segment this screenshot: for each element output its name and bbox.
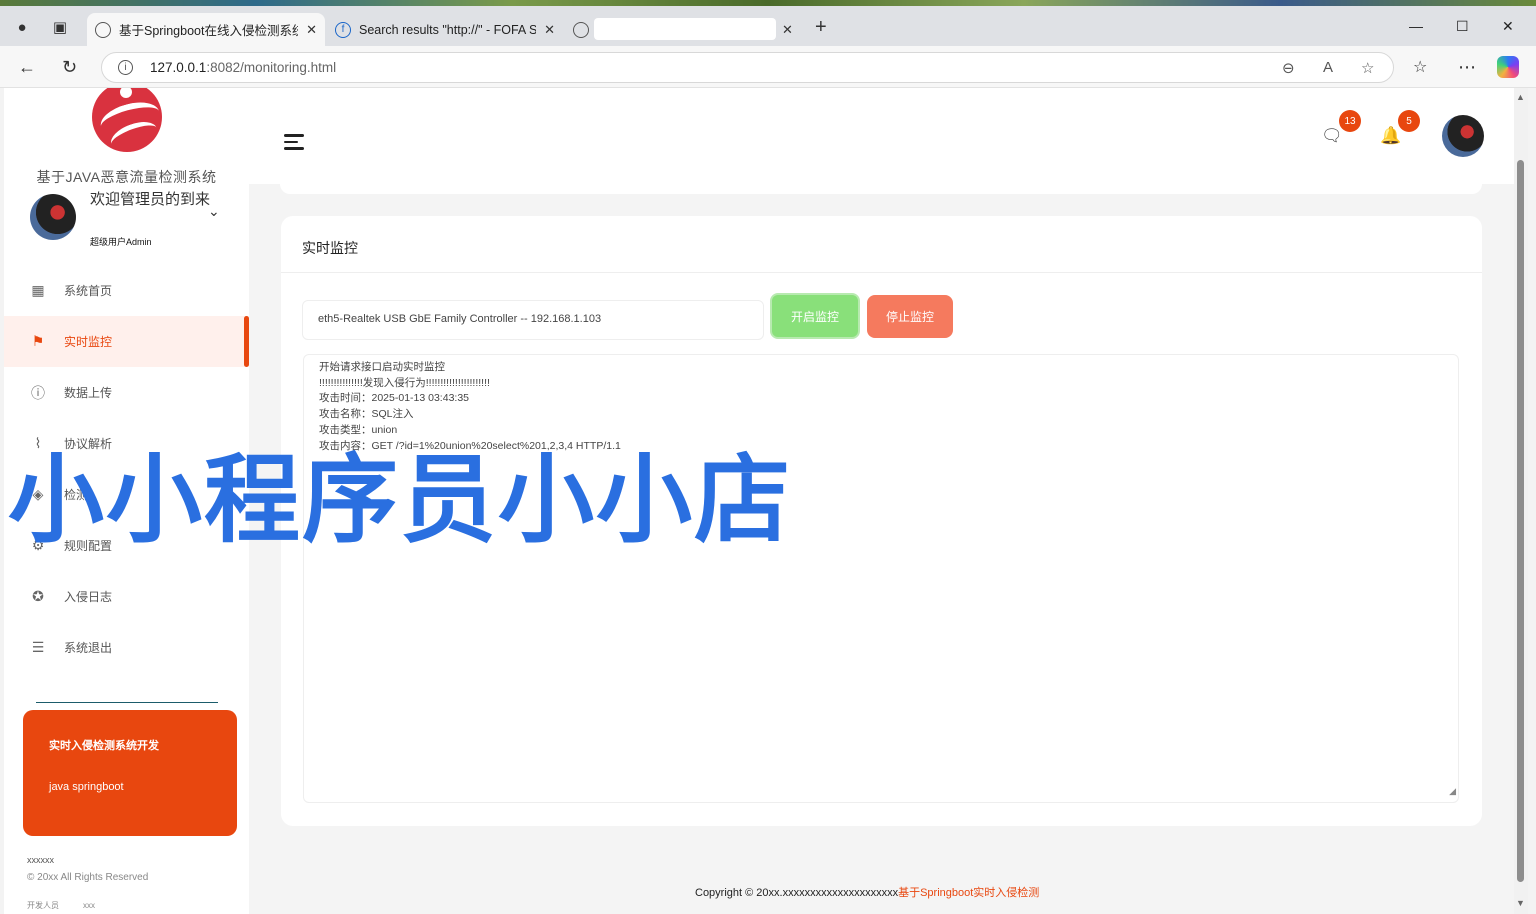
tab-rename-input[interactable] <box>594 18 776 40</box>
favorites-icon[interactable]: ☆ <box>1413 57 1427 77</box>
sidebar-footer-name: xxxxxx <box>27 855 54 865</box>
message-count-badge: 13 <box>1339 110 1361 132</box>
stop-monitor-button[interactable]: 停止监控 <box>867 295 953 338</box>
close-icon[interactable]: ✕ <box>544 22 555 38</box>
tab-fofa[interactable]: f Search results "http://" - FOFA Sea ✕ <box>327 13 563 46</box>
sidebar-item-logout[interactable]: ☰ 系统退出 <box>4 622 249 673</box>
watermark-text: 小小程序员小小店 <box>8 444 792 556</box>
log-line: 攻击类型：union <box>319 423 398 436</box>
avatar[interactable] <box>1442 115 1484 157</box>
log-line: 开始请求接口启动实时监控 <box>319 361 445 373</box>
sidebar-item-label: 数据上传 <box>64 386 113 400</box>
dashboard-icon: ▦ <box>31 282 45 298</box>
zoom-out-icon[interactable]: ⊖ <box>1282 59 1295 77</box>
notification-count-badge: 5 <box>1398 110 1420 132</box>
start-monitor-button[interactable]: 开启监控 <box>770 293 860 339</box>
log-line: !!!!!!!!!!!!!!!发现入侵行为!!!!!!!!!!!!!!!!!!!… <box>319 376 490 389</box>
divider <box>36 702 218 703</box>
scrollbar-thumb[interactable] <box>1517 160 1524 882</box>
minimize-icon[interactable]: — <box>1409 18 1423 34</box>
new-tab-button[interactable]: + <box>815 17 827 37</box>
sidebar-item-logs[interactable]: ✪ 入侵日志 <box>4 571 249 622</box>
sidebar-item-label: 系统首页 <box>64 284 113 298</box>
back-icon[interactable]: ← <box>18 57 36 78</box>
info-icon: ⓘ <box>31 384 45 401</box>
bell-icon[interactable]: 🔔 <box>1380 126 1404 150</box>
chevron-down-icon[interactable]: ⌄ <box>208 203 220 220</box>
hamburger-menu-icon[interactable] <box>284 134 304 154</box>
top-header: 🗨 13 🔔 5 <box>249 88 1514 184</box>
tab-title: Search results "http://" - FOFA Sea <box>359 22 537 37</box>
user-role: 超级用户Admin <box>90 237 152 247</box>
address-row: ← ↻ i 127.0.0.1:8082/monitoring.html ⊖ A… <box>0 46 1536 88</box>
network-interface-select[interactable]: eth5-Realtek USB GbE Family Controller -… <box>302 300 764 340</box>
close-window-icon[interactable]: ✕ <box>1502 18 1514 35</box>
sidebar-item-upload[interactable]: ⓘ 数据上传 <box>4 367 249 418</box>
message-icon[interactable]: 🗨 <box>1321 126 1345 150</box>
promo-card[interactable]: 实时入侵检测系统开发 java springboot <box>23 710 237 836</box>
address-bar[interactable]: i 127.0.0.1:8082/monitoring.html ⊖ A ☆ <box>101 52 1394 83</box>
read-aloud-icon[interactable]: A <box>1323 59 1333 76</box>
tab-springboot[interactable]: 基于Springboot在线入侵检测系统 ✕ <box>87 13 325 46</box>
sidebar-item-label: 实时监控 <box>64 335 113 349</box>
log-line: 攻击时间：2025-01-13 03:43:35 <box>319 392 469 405</box>
more-menu-icon[interactable]: ⋯ <box>1458 57 1476 78</box>
refresh-icon[interactable]: ↻ <box>62 57 77 78</box>
header-subbar <box>280 184 1482 194</box>
log-line: 攻击名称：SQL注入 <box>319 408 414 421</box>
tab-bar: ● ▣ 基于Springboot在线入侵检测系统 ✕ f Search resu… <box>0 6 1536 46</box>
page-title: 实时监控 <box>302 240 358 256</box>
promo-title: 实时入侵检测系统开发 <box>49 740 159 752</box>
favorite-star-icon[interactable]: ☆ <box>1361 59 1374 77</box>
profile-icon[interactable]: ● <box>11 16 33 38</box>
sidebar-item-label: 入侵日志 <box>64 590 113 604</box>
brand-logo <box>92 88 162 152</box>
sidebar-item-home[interactable]: ▦ 系统首页 <box>4 265 249 316</box>
url-text: 127.0.0.1:8082/monitoring.html <box>150 60 337 75</box>
badge-check-icon: ✪ <box>32 588 44 604</box>
tab-title: 基于Springboot在线入侵检测系统 <box>119 24 299 38</box>
scroll-up-icon[interactable]: ▲ <box>1516 92 1525 102</box>
avatar[interactable] <box>30 194 76 240</box>
maximize-icon[interactable]: ☐ <box>1456 18 1469 35</box>
sidebar-item-monitoring[interactable]: ⚑ 实时监控 <box>4 316 249 367</box>
globe-icon <box>95 21 111 38</box>
close-icon[interactable]: ✕ <box>782 22 793 38</box>
brand-title: 基于JAVA恶意流量检测系统 <box>36 169 217 185</box>
resize-handle-icon[interactable]: ◢ <box>1449 784 1456 800</box>
close-icon[interactable]: ✕ <box>306 22 317 38</box>
scroll-down-icon[interactable]: ▼ <box>1516 898 1525 908</box>
sidebar-item-label: 系统退出 <box>64 641 113 655</box>
fofa-icon: f <box>335 21 351 38</box>
info-icon[interactable]: i <box>118 60 133 75</box>
globe-icon <box>573 21 589 38</box>
flag-icon: ⚑ <box>31 333 45 349</box>
sidebar-footer-rights: © 20xx All Rights Reserved <box>27 872 149 883</box>
monitor-log-textarea[interactable]: 开始请求接口启动实时监控 !!!!!!!!!!!!!!!发现入侵行为!!!!!!… <box>303 354 1459 803</box>
sidebar-footer-dev: 开发人员 xxx <box>27 901 95 910</box>
page-footer: Copyright © 20xx.xxxxxxxxxxxxxxxxxxxxx基于… <box>695 887 1040 899</box>
page-scrollbar[interactable]: ▲ ▼ <box>1514 88 1528 914</box>
tab-actions-icon[interactable]: ▣ <box>49 16 71 38</box>
welcome-text: 欢迎管理员的到来 <box>90 191 211 208</box>
copilot-icon[interactable] <box>1497 56 1519 78</box>
promo-subtitle: java springboot <box>49 781 124 793</box>
divider <box>281 272 1482 273</box>
menu-lines-icon: ☰ <box>31 639 45 655</box>
